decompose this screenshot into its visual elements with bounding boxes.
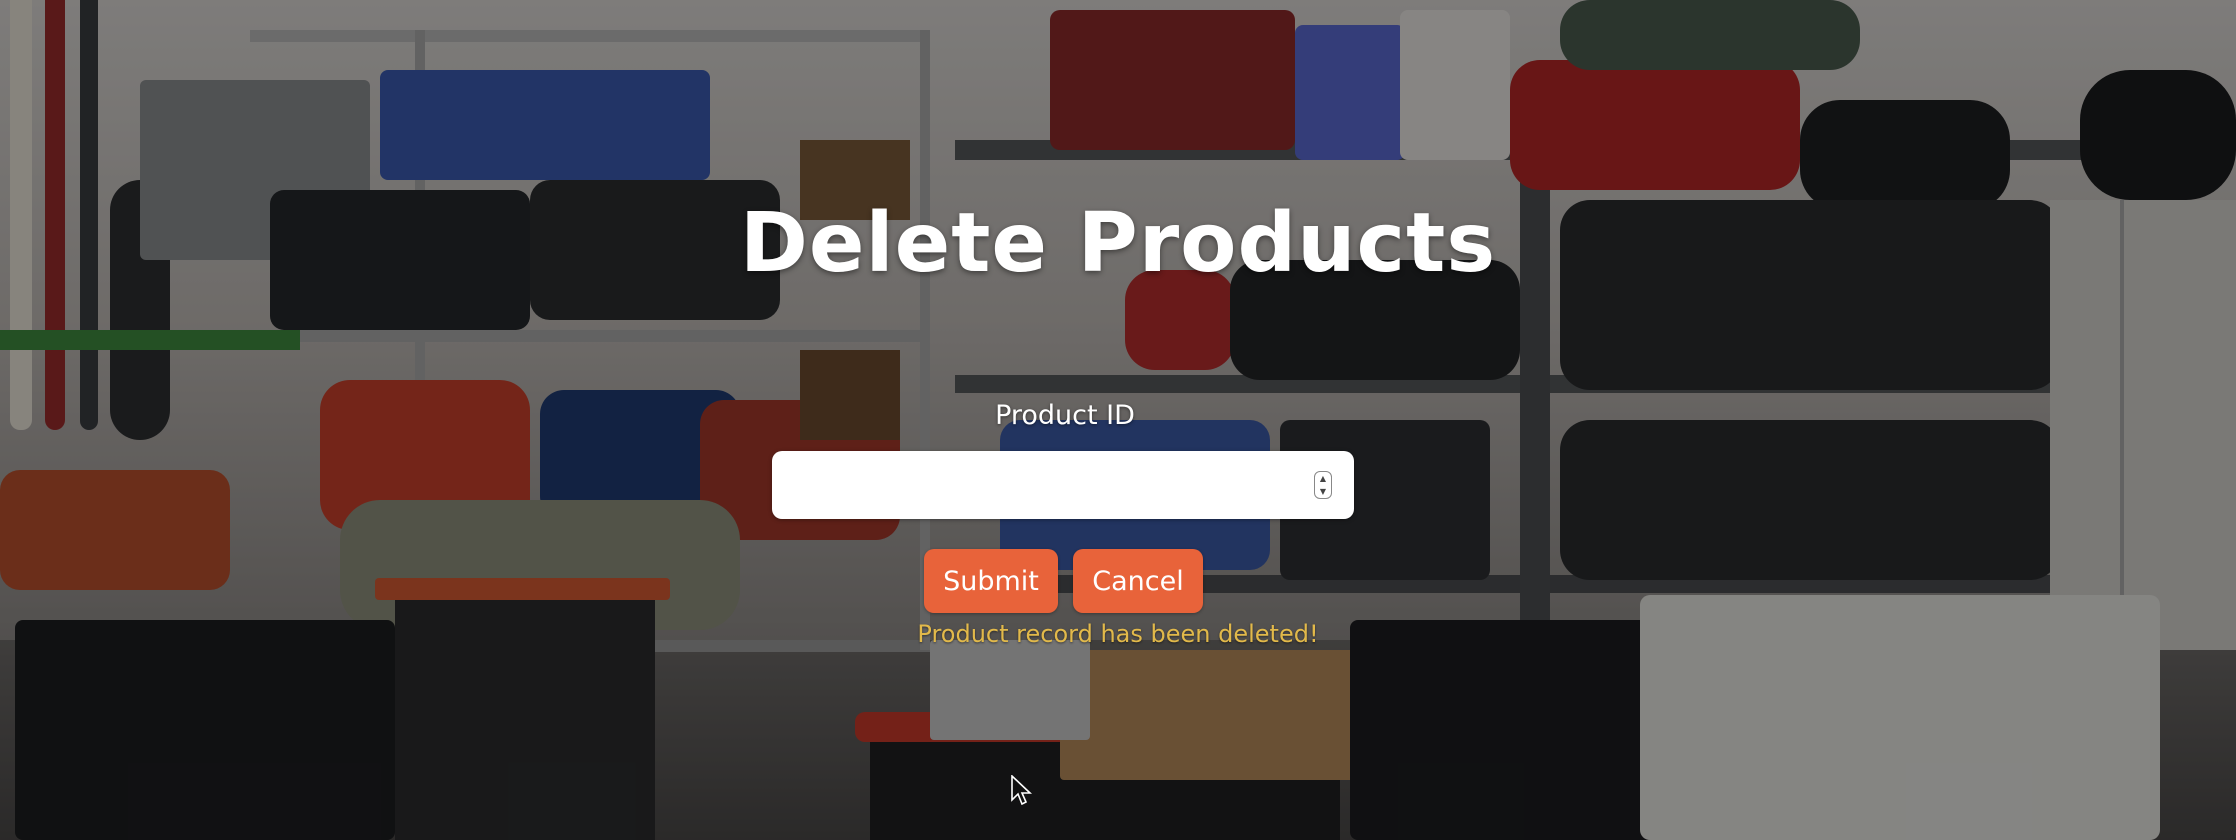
page-root: Delete Products Product ID ▲ ▼ Submit Ca… [0,0,2236,840]
product-id-input[interactable] [772,451,1292,519]
stepper-down-icon[interactable]: ▼ [1315,485,1331,498]
product-id-label: Product ID [995,400,1135,431]
stepper-up-icon[interactable]: ▲ [1315,472,1331,485]
mouse-pointer-icon [1011,774,1033,811]
status-message: Product record has been deleted! [917,620,1319,648]
number-stepper-icon[interactable]: ▲ ▼ [1314,471,1332,499]
submit-button[interactable]: Submit [924,549,1058,613]
product-id-field[interactable]: ▲ ▼ [772,451,1354,519]
page-title: Delete Products [739,196,1497,291]
cancel-button[interactable]: Cancel [1073,549,1203,613]
